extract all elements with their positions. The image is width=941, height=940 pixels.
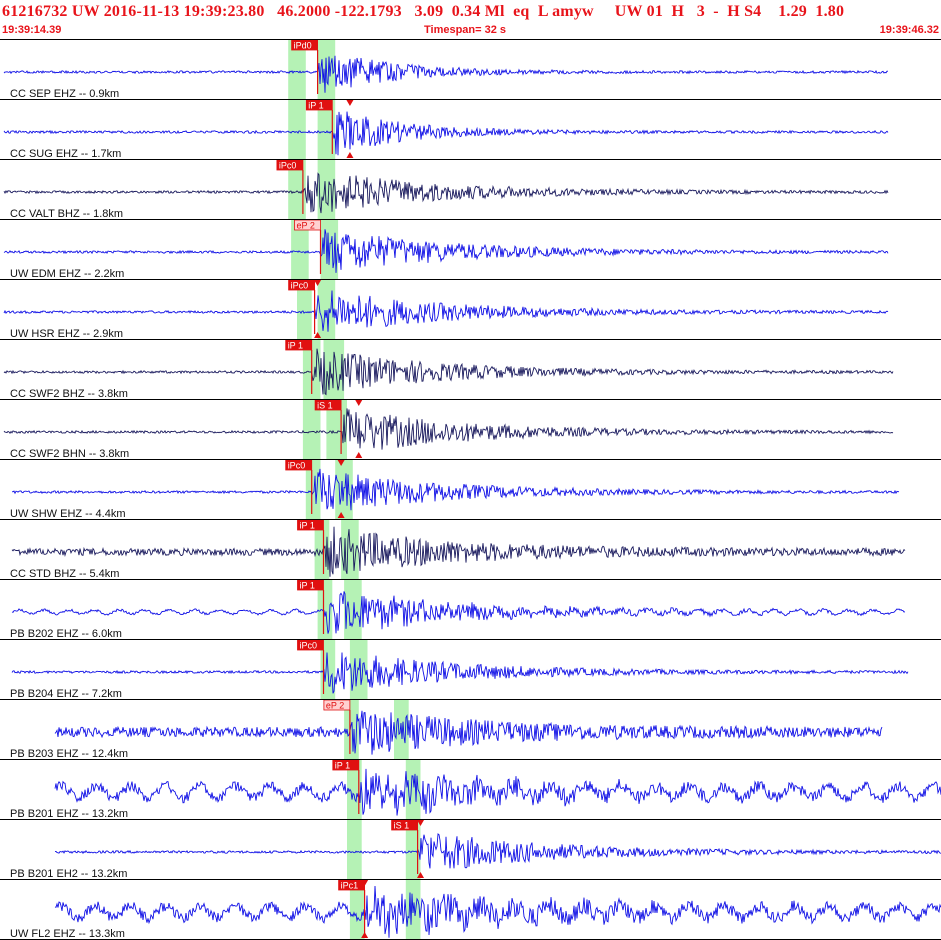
waveform-trace: [3, 229, 889, 273]
event-type: eq: [513, 3, 530, 20]
channel-label: UW SHW EHZ -- 4.4km: [10, 508, 126, 520]
waveform-trace: [11, 652, 909, 694]
phase-pick-label: iPd0: [294, 41, 312, 51]
timespan-label: Timespan= 32 s: [424, 24, 507, 36]
channel-label: CC SWF2 BHZ -- 3.8km: [10, 388, 128, 400]
channel-label: PB B201 EH2 -- 13.2km: [10, 868, 127, 880]
value-a: 1.29: [778, 3, 807, 20]
phase-pick-label: iPc1: [341, 881, 359, 891]
waveform-trace: [11, 591, 906, 634]
phase-pick-label: iS 1: [394, 821, 410, 831]
origin-datetime: 2016-11-13 19:39:23.80: [103, 3, 265, 20]
waveform-trace: [11, 526, 906, 577]
s-marker-top: [346, 100, 354, 106]
channel-label: UW EDM EHZ -- 2.2km: [10, 268, 124, 280]
phase-window: [347, 819, 362, 879]
event-id: 61216732: [2, 3, 68, 20]
channel-label: PB B204 EHZ -- 7.2km: [10, 688, 122, 700]
event-flag: L: [537, 3, 548, 20]
waveform-trace: [3, 172, 889, 214]
phase-pick-label: eP 2: [297, 221, 315, 231]
waveform-trace: [3, 111, 889, 156]
end-time: 19:39:46.32: [879, 24, 939, 36]
seismogram-panel: iPd0 iP 1 iPc0 eP 2 iPc0 iP 1 iS 1 iPc0 iP 1 iP 1…: [0, 39, 941, 940]
channel-label: PB B202 EHZ -- 6.0km: [10, 628, 122, 640]
channel-label: CC SEP EHZ -- 0.9km: [10, 88, 119, 100]
latitude: 46.2000: [277, 3, 331, 20]
event-summary-line: 61216732 UW 2016-11-13 19:39:23.80 46.20…: [2, 3, 844, 21]
phase-pick-label: iP 1: [308, 101, 323, 111]
phase-pick-label: iS 1: [317, 401, 333, 411]
depth: 3.09: [414, 3, 444, 20]
s-marker-bottom: [346, 152, 354, 158]
phase-pick-label: eP 2: [326, 701, 344, 711]
phase-pick-label: iP 1: [288, 341, 303, 351]
event-header: 61216732 UW 2016-11-13 19:39:23.80 46.20…: [0, 0, 941, 40]
channel-label: CC STD BHZ -- 5.4km: [10, 568, 119, 580]
s-marker-top: [355, 400, 363, 406]
channel-label: CC SUG EHZ -- 1.7km: [10, 148, 121, 160]
s-marker-bottom: [355, 452, 363, 458]
channel-label: PB B203 EHZ -- 12.4km: [10, 748, 128, 760]
event-author: amyw: [552, 3, 594, 20]
channel-label: CC VALT BHZ -- 1.8km: [10, 208, 123, 220]
channel-label: PB B201 EHZ -- 13.2km: [10, 808, 128, 820]
network-code: UW: [71, 3, 100, 20]
phase-pick-label: iP 1: [300, 581, 315, 591]
longitude: -122.1793: [334, 3, 402, 20]
waveform-trace: [3, 348, 894, 396]
channel-label: UW FL2 EHZ -- 13.3km: [10, 928, 125, 940]
waveform-trace: [3, 408, 894, 450]
phase-pick-label: iPc0: [300, 641, 318, 651]
phase-window: [288, 99, 306, 159]
phase-pick-label: iP 1: [335, 761, 350, 771]
waveform-trace: [54, 710, 883, 755]
waveform-trace: [54, 833, 941, 869]
waveform-trace: [3, 290, 889, 332]
phase-pick-label: iPc0: [279, 161, 297, 171]
waveform-trace: [54, 768, 941, 816]
value-b: 1.80: [815, 3, 845, 20]
waveform-trace: [11, 468, 900, 511]
channel-label: UW HSR EHZ -- 2.9km: [10, 328, 123, 340]
phase-pick-label: iP 1: [300, 521, 315, 531]
quality-fields: UW 01 H 3 - H S4: [614, 3, 762, 20]
magnitude: 0.34 Ml: [451, 3, 505, 20]
start-time: 19:39:14.39: [2, 24, 62, 36]
waveform-trace: [3, 55, 888, 93]
channel-label: CC SWF2 BHN -- 3.8km: [10, 448, 129, 460]
waveform-trace: [54, 885, 941, 938]
phase-pick-label: iPc0: [291, 281, 309, 291]
phase-pick-label: iPc0: [288, 461, 306, 471]
